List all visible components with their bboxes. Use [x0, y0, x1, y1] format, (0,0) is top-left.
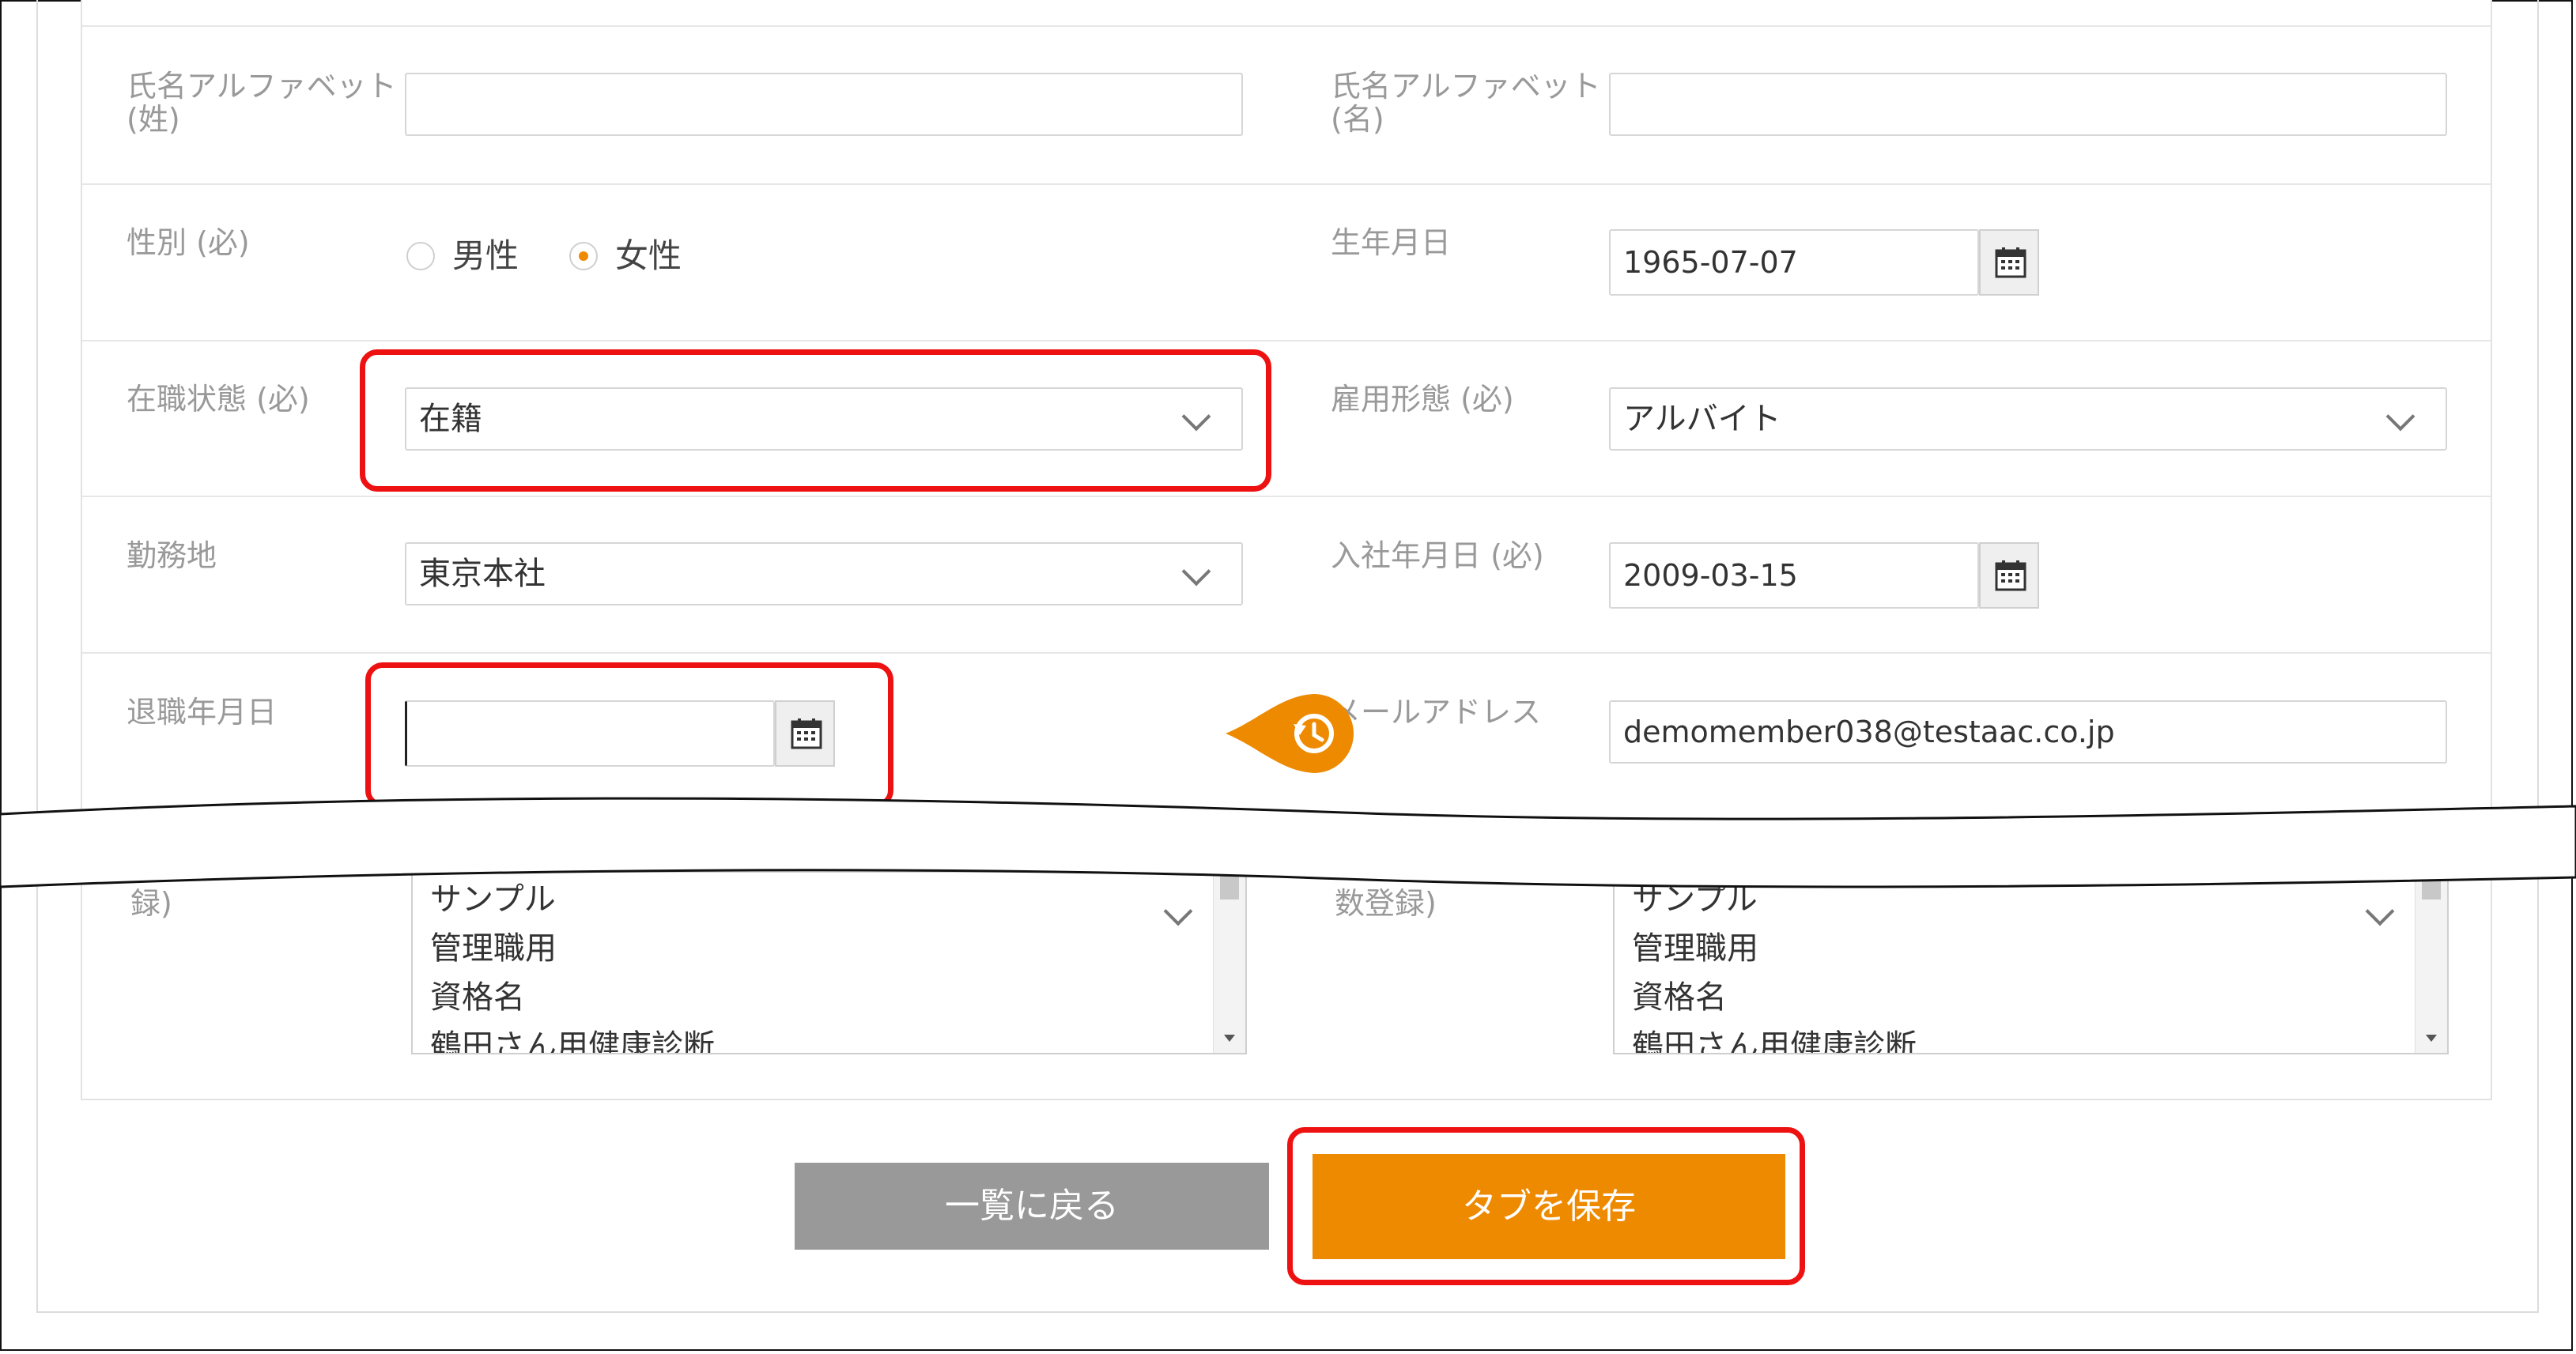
scroll-down-icon[interactable] [1224, 1035, 1235, 1042]
calendar-icon [1995, 247, 2026, 278]
birthdate-calendar-button[interactable] [1979, 229, 2039, 296]
hire-date-input[interactable]: 2009-03-15 [1609, 542, 1979, 609]
omission-break [0, 797, 2576, 888]
list-item[interactable]: 管理職用 [1632, 930, 1758, 967]
gender-label: 性別 (必) [127, 225, 250, 260]
gender-option-male[interactable]: 男性 [452, 237, 519, 275]
birthdate-label: 生年月日 [1331, 225, 1452, 260]
row-divider [82, 652, 2491, 654]
email-input[interactable]: demomember038@testaac.co.jp [1609, 700, 2447, 764]
history-icon[interactable] [1226, 689, 1360, 776]
chevron-down-icon [1181, 556, 1211, 586]
calendar-icon [1995, 560, 2026, 591]
employment-type-select[interactable]: アルバイト [1609, 387, 2447, 451]
list-item[interactable]: 管理職用 [430, 930, 557, 967]
list-item[interactable]: 資格名 [430, 979, 525, 1016]
highlight-employment-status [360, 349, 1271, 492]
name-alpha-first-label: 氏名アルファベット(名) [1331, 69, 1601, 137]
employment-type-value: アルバイト [1623, 401, 1781, 437]
row-divider [82, 183, 2491, 185]
work-location-value: 東京本社 [419, 556, 546, 592]
scroll-down-icon[interactable] [2426, 1035, 2437, 1042]
gender-radio-female[interactable] [569, 242, 598, 270]
retirement-date-label: 退職年月日 [127, 695, 278, 730]
name-alpha-first-input[interactable] [1609, 73, 2447, 136]
hire-date-label: 入社年月日 (必) [1331, 538, 1544, 573]
back-to-list-button[interactable]: 一覧に戻る [795, 1163, 1269, 1250]
name-alpha-last-label: 氏名アルファベット(姓) [127, 69, 397, 137]
birthdate-input[interactable]: 1965-07-07 [1609, 229, 1979, 296]
gender-radio-male[interactable] [406, 242, 435, 270]
gender-option-female[interactable]: 女性 [615, 237, 682, 275]
row-divider [82, 340, 2491, 341]
employment-status-label: 在職状態 (必) [127, 382, 310, 417]
list-item[interactable]: 資格名 [1632, 979, 1727, 1016]
hire-date-calendar-button[interactable] [1979, 542, 2039, 609]
employment-type-label: 雇用形態 (必) [1331, 382, 1514, 417]
name-alpha-last-input[interactable] [405, 73, 1243, 136]
email-label: メールアドレス [1331, 695, 1542, 730]
row-divider [82, 25, 2491, 27]
work-location-select[interactable]: 東京本社 [405, 542, 1243, 605]
highlight-save-button [1287, 1127, 1805, 1285]
work-location-label: 勤務地 [127, 538, 217, 573]
chevron-down-icon [2385, 402, 2415, 432]
list-item[interactable]: 鶴田さん用健康診断 [1632, 1028, 1917, 1053]
row-divider [82, 496, 2491, 497]
list-item[interactable]: 鶴田さん用健康診断 [430, 1028, 715, 1053]
